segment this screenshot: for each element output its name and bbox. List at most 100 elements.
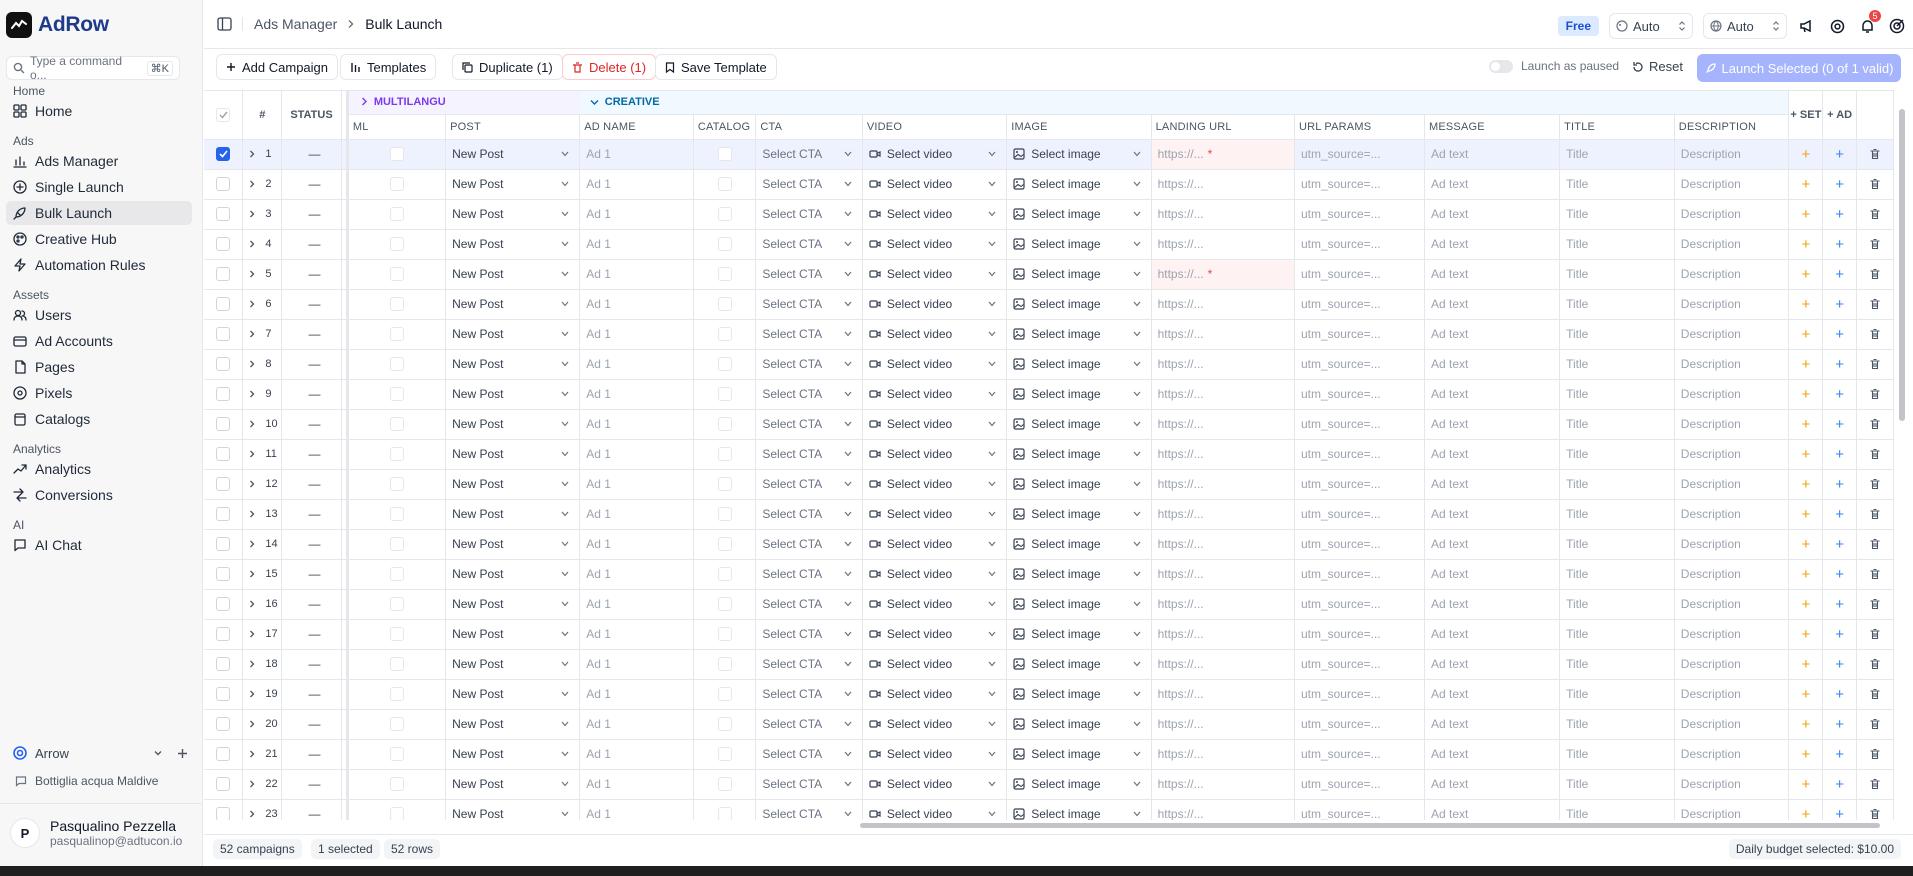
vertical-scrollbar[interactable]	[1898, 103, 1906, 821]
horizontal-scroll-thumb[interactable]	[860, 823, 1880, 828]
trash-icon[interactable]	[1869, 568, 1881, 580]
catalog-checkbox[interactable]	[717, 477, 732, 491]
add-set-button[interactable]: +	[1788, 769, 1824, 800]
command-search[interactable]: Type a command o... ⌘K	[6, 54, 180, 82]
catalog-cell[interactable]	[693, 379, 757, 410]
trash-icon[interactable]	[1869, 658, 1881, 670]
add-ad-button[interactable]: +	[1822, 619, 1858, 650]
delete-row-cell[interactable]	[1856, 799, 1894, 820]
catalog-cell[interactable]	[693, 559, 757, 590]
ml-checkbox[interactable]	[389, 747, 404, 761]
video-select[interactable]: Select video	[862, 439, 1008, 470]
catalog-checkbox[interactable]	[717, 657, 732, 671]
org-switcher[interactable]: Arrow	[6, 741, 192, 765]
table-row[interactable]: 5 — New Post Ad 1 Select CTA Select video Sele…	[204, 259, 1894, 290]
ml-checkbox[interactable]	[389, 627, 404, 641]
post-select[interactable]: New Post	[445, 229, 581, 260]
trash-icon[interactable]	[1869, 598, 1881, 610]
row-checkbox[interactable]	[216, 267, 231, 281]
ml-cell[interactable]	[347, 769, 447, 800]
description-input[interactable]: Description	[1674, 289, 1790, 320]
cta-select[interactable]: Select CTA	[755, 769, 863, 800]
ml-cell[interactable]	[347, 139, 447, 170]
cta-select[interactable]: Select CTA	[755, 319, 863, 350]
add-set-button[interactable]: +	[1788, 409, 1824, 440]
select-all-checkbox[interactable]	[216, 107, 231, 122]
landing-url-input[interactable]: https://...	[1151, 439, 1295, 470]
ml-checkbox[interactable]	[389, 657, 404, 671]
video-select[interactable]: Select video	[862, 559, 1008, 590]
delete-row-cell[interactable]	[1856, 739, 1894, 770]
url-params-input[interactable]: utm_source=...	[1294, 499, 1425, 530]
chevron-right-icon[interactable]	[249, 420, 255, 428]
ml-checkbox[interactable]	[389, 447, 404, 461]
message-input[interactable]: Ad text	[1424, 349, 1561, 380]
catalog-cell[interactable]	[693, 709, 757, 740]
table-row[interactable]: 7 — New Post Ad 1 Select CTA Select video Sele…	[204, 319, 1894, 350]
catalog-checkbox[interactable]	[717, 327, 732, 341]
message-input[interactable]: Ad text	[1424, 199, 1561, 230]
catalog-checkbox[interactable]	[717, 417, 732, 431]
ml-cell[interactable]	[347, 649, 447, 680]
title-input[interactable]: Title	[1559, 469, 1675, 500]
ad-name-input[interactable]: Ad 1	[579, 319, 694, 350]
post-select[interactable]: New Post	[445, 439, 581, 470]
chevron-right-icon[interactable]	[249, 510, 255, 518]
image-select[interactable]: Select image	[1006, 559, 1152, 590]
row-checkbox[interactable]	[216, 627, 231, 641]
description-input[interactable]: Description	[1674, 739, 1790, 770]
sidebar-item-pages[interactable]: Pages	[6, 355, 192, 379]
catalog-checkbox[interactable]	[717, 147, 732, 161]
row-number-cell[interactable]: 23	[242, 799, 283, 820]
url-params-input[interactable]: utm_source=...	[1294, 619, 1425, 650]
cta-select[interactable]: Select CTA	[755, 679, 863, 710]
delete-row-cell[interactable]	[1856, 439, 1894, 470]
ml-cell[interactable]	[347, 199, 447, 230]
post-select[interactable]: New Post	[445, 409, 581, 440]
trash-icon[interactable]	[1869, 688, 1881, 700]
message-input[interactable]: Ad text	[1424, 319, 1561, 350]
row-number-cell[interactable]: 7	[242, 319, 283, 350]
chevron-right-icon[interactable]	[249, 450, 255, 458]
catalog-checkbox[interactable]	[717, 297, 732, 311]
url-params-input[interactable]: utm_source=...	[1294, 769, 1425, 800]
image-select[interactable]: Select image	[1006, 289, 1152, 320]
chevron-right-icon[interactable]	[249, 330, 255, 338]
title-input[interactable]: Title	[1559, 799, 1675, 820]
reset-button[interactable]: Reset	[1632, 59, 1683, 74]
trash-icon[interactable]	[1869, 718, 1881, 730]
url-params-input[interactable]: utm_source=...	[1294, 709, 1425, 740]
description-input[interactable]: Description	[1674, 619, 1790, 650]
ad-name-input[interactable]: Ad 1	[579, 589, 694, 620]
url-params-input[interactable]: utm_source=...	[1294, 439, 1425, 470]
row-select-cell[interactable]	[204, 799, 244, 820]
ml-cell[interactable]	[347, 589, 447, 620]
ad-name-input[interactable]: Ad 1	[579, 349, 694, 380]
ad-name-input[interactable]: Ad 1	[579, 409, 694, 440]
add-set-button[interactable]: +	[1788, 169, 1824, 200]
message-input[interactable]: Ad text	[1424, 409, 1561, 440]
toggle-switch[interactable]	[1489, 59, 1513, 73]
url-params-input[interactable]: utm_source=...	[1294, 649, 1425, 680]
add-set-button[interactable]: +	[1788, 379, 1824, 410]
post-select[interactable]: New Post	[445, 469, 581, 500]
trash-icon[interactable]	[1869, 538, 1881, 550]
sidebar-item-automation-rules[interactable]: Automation Rules	[6, 253, 192, 277]
sidebar-item-ads-manager[interactable]: Ads Manager	[6, 149, 192, 173]
post-select[interactable]: New Post	[445, 559, 581, 590]
row-number-cell[interactable]: 3	[242, 199, 283, 230]
add-set-button[interactable]: +	[1788, 319, 1824, 350]
url-params-input[interactable]: utm_source=...	[1294, 259, 1425, 290]
ml-cell[interactable]	[347, 559, 447, 590]
image-select[interactable]: Select image	[1006, 589, 1152, 620]
table-row[interactable]: 1 — New Post Ad 1 Select CTA Select video Sele…	[204, 139, 1894, 170]
post-select[interactable]: New Post	[445, 589, 581, 620]
cta-select[interactable]: Select CTA	[755, 529, 863, 560]
row-number-cell[interactable]: 19	[242, 679, 283, 710]
ml-checkbox[interactable]	[389, 477, 404, 491]
add-ad-button[interactable]: +	[1822, 739, 1858, 770]
description-input[interactable]: Description	[1674, 229, 1790, 260]
delete-row-cell[interactable]	[1856, 649, 1894, 680]
cta-select[interactable]: Select CTA	[755, 169, 863, 200]
row-checkbox[interactable]	[216, 357, 231, 371]
